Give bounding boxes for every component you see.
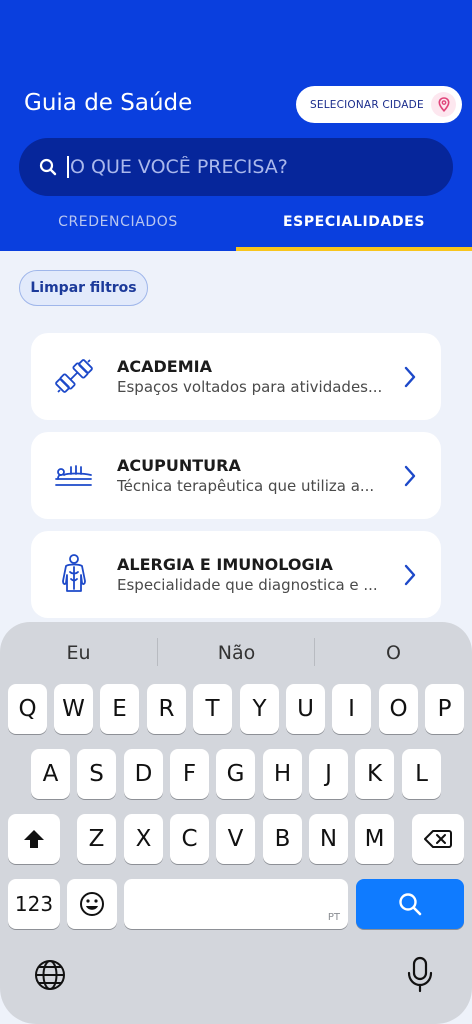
key-d[interactable]: D xyxy=(124,749,163,799)
acupuncture-icon xyxy=(55,465,92,486)
active-tab-indicator xyxy=(236,247,472,251)
key-h[interactable]: H xyxy=(263,749,302,799)
specialty-description: Especialidade que diagnostica e ... xyxy=(117,576,378,594)
specialty-card[interactable]: ACUPUNTURA Técnica terapêutica que utili… xyxy=(31,432,441,519)
key-w[interactable]: W xyxy=(54,684,93,734)
search-input[interactable] xyxy=(70,156,453,178)
key-p[interactable]: P xyxy=(425,684,464,734)
emoji-icon xyxy=(80,892,104,916)
page-title: Guia de Saúde xyxy=(24,90,193,116)
key-f[interactable]: F xyxy=(170,749,209,799)
key-v[interactable]: V xyxy=(216,814,255,864)
text-cursor xyxy=(67,156,69,178)
specialty-title: ALERGIA E IMUNOLOGIA xyxy=(117,555,333,574)
specialty-description: Técnica terapêutica que utiliza a... xyxy=(117,477,375,495)
key-m[interactable]: M xyxy=(355,814,394,864)
space-language-label: PT xyxy=(327,912,340,923)
key-r[interactable]: R xyxy=(147,684,186,734)
tab-credenciados[interactable]: CREDENCIADOS xyxy=(0,214,236,230)
emoji-key[interactable] xyxy=(67,879,117,929)
specialty-card[interactable]: ACADEMIA Espaços voltados para atividade… xyxy=(31,333,441,420)
backspace-icon xyxy=(424,830,452,848)
search-key[interactable] xyxy=(356,879,464,929)
key-c[interactable]: C xyxy=(170,814,209,864)
specialty-description: Espaços voltados para atividades... xyxy=(117,378,383,396)
key-u[interactable]: U xyxy=(286,684,325,734)
key-k[interactable]: K xyxy=(355,749,394,799)
key-n[interactable]: N xyxy=(309,814,348,864)
space-key[interactable]: PT xyxy=(124,879,348,929)
keyboard: Eu Não O Q W E R T Y U I O P A S D F G H… xyxy=(0,622,472,1024)
select-city-button[interactable]: SELECIONAR CIDADE xyxy=(296,86,462,123)
key-e[interactable]: E xyxy=(100,684,139,734)
key-b[interactable]: B xyxy=(263,814,302,864)
chevron-right-icon xyxy=(404,564,416,586)
tab-especialidades[interactable]: ESPECIALIDADES xyxy=(236,214,472,230)
dumbbell-icon xyxy=(55,359,93,393)
key-s[interactable]: S xyxy=(77,749,116,799)
specialty-title: ACADEMIA xyxy=(117,357,212,376)
shift-icon xyxy=(24,830,44,848)
clear-filters-button[interactable]: Limpar filtros xyxy=(19,270,148,306)
key-a[interactable]: A xyxy=(31,749,70,799)
search-icon xyxy=(39,158,57,176)
key-g[interactable]: G xyxy=(216,749,255,799)
select-city-label: SELECIONAR CIDADE xyxy=(310,98,424,111)
suggestion-1[interactable]: Eu xyxy=(0,642,157,664)
microphone-icon[interactable] xyxy=(406,956,434,994)
key-o[interactable]: O xyxy=(379,684,418,734)
numbers-key[interactable]: 123 xyxy=(8,879,60,929)
chevron-right-icon xyxy=(404,366,416,388)
key-t[interactable]: T xyxy=(193,684,232,734)
header: Guia de Saúde SELECIONAR CIDADE CREDENCI… xyxy=(0,0,472,251)
key-x[interactable]: X xyxy=(124,814,163,864)
suggestion-3[interactable]: O xyxy=(315,642,472,664)
key-i[interactable]: I xyxy=(332,684,371,734)
search-bar[interactable] xyxy=(19,138,453,196)
key-y[interactable]: Y xyxy=(240,684,279,734)
key-z[interactable]: Z xyxy=(77,814,116,864)
specialty-title: ACUPUNTURA xyxy=(117,456,241,475)
backspace-key[interactable] xyxy=(412,814,464,864)
globe-icon[interactable] xyxy=(33,958,67,992)
shift-key[interactable] xyxy=(8,814,60,864)
body-icon xyxy=(62,554,86,592)
location-pin-icon xyxy=(431,92,456,117)
suggestion-2[interactable]: Não xyxy=(158,642,315,664)
key-j[interactable]: J xyxy=(309,749,348,799)
key-l[interactable]: L xyxy=(402,749,441,799)
search-icon xyxy=(399,893,422,916)
chevron-right-icon xyxy=(404,465,416,487)
key-q[interactable]: Q xyxy=(8,684,47,734)
specialty-card[interactable]: ALERGIA E IMUNOLOGIA Especialidade que d… xyxy=(31,531,441,618)
